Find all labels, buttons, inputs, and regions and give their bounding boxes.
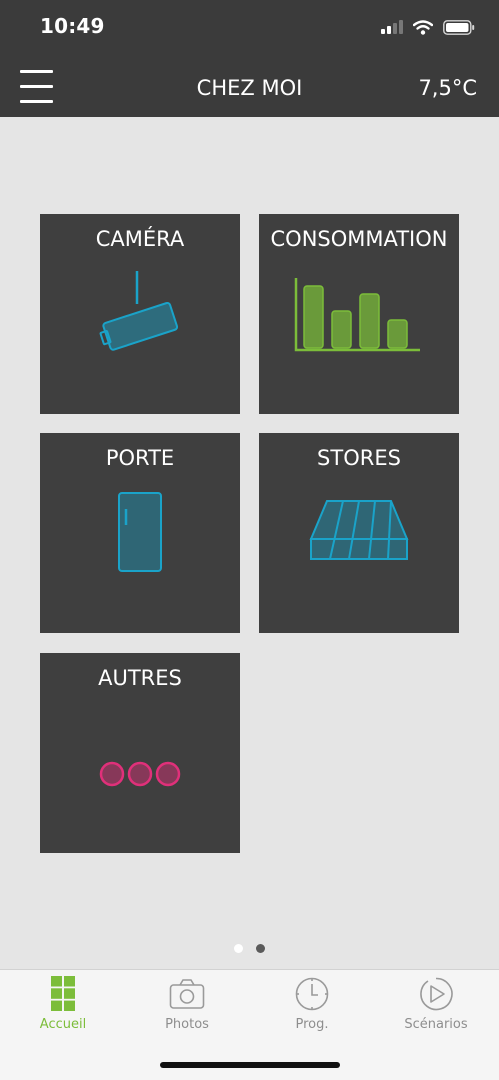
- door-icon: [118, 492, 162, 572]
- play-icon: [420, 977, 453, 1011]
- status-bar: 10:49: [0, 0, 499, 56]
- more-dots-icon: [99, 761, 181, 787]
- tab-home-label: Accueil: [39, 1017, 87, 1032]
- grid-home-icon: [51, 976, 75, 1011]
- camera-icon: [99, 271, 179, 351]
- bar-chart-icon: [294, 278, 420, 352]
- page-dot-active[interactable]: [256, 944, 265, 953]
- tile-others-label: AUTRES: [98, 666, 182, 690]
- tile-camera-label: CAMÉRA: [95, 227, 185, 251]
- temperature-readout: 7,5°C: [418, 76, 477, 100]
- tile-door[interactable]: PORTE: [40, 433, 240, 633]
- tile-others[interactable]: AUTRES: [40, 653, 240, 853]
- tab-scenarios[interactable]: Scénarios: [386, 976, 486, 1046]
- tab-photos[interactable]: Photos: [137, 976, 237, 1046]
- app-header: CHEZ MOI 7,5°C: [0, 56, 499, 117]
- page-indicator[interactable]: [0, 944, 499, 953]
- tile-blinds-label: STORES: [317, 446, 401, 470]
- tile-consumption-label: CONSOMMATION: [270, 227, 448, 251]
- status-time: 10:49: [40, 14, 105, 38]
- page-dot[interactable]: [234, 944, 243, 953]
- battery-icon: [443, 19, 475, 35]
- tab-home[interactable]: Accueil: [13, 976, 113, 1046]
- photo-camera-icon: [169, 979, 205, 1009]
- tile-blinds[interactable]: STORES: [259, 433, 459, 633]
- tile-door-label: PORTE: [105, 446, 175, 470]
- tab-schedule[interactable]: Prog.: [262, 976, 362, 1046]
- wifi-icon: [413, 19, 433, 35]
- tab-schedule-label: Prog.: [295, 1017, 329, 1032]
- tab-scenarios-label: Scénarios: [404, 1017, 468, 1032]
- cellular-signal-icon: [381, 20, 403, 34]
- tile-camera[interactable]: CAMÉRA: [40, 214, 240, 414]
- tab-photos-label: Photos: [165, 1017, 209, 1032]
- clock-icon: [295, 977, 329, 1011]
- tile-consumption[interactable]: CONSOMMATION: [259, 214, 459, 414]
- status-icons: [381, 16, 475, 38]
- awning-icon: [309, 500, 409, 560]
- home-indicator[interactable]: [160, 1062, 340, 1068]
- home-grid: CAMÉRA CONSOMMATION PORTE STORES AUTRES: [0, 117, 499, 969]
